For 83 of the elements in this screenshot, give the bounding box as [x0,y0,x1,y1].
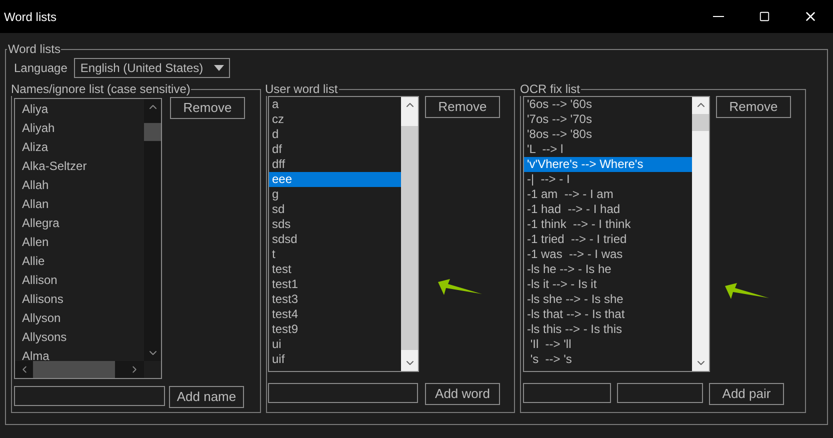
list-item[interactable]: -ls he --> - Is he [524,262,692,277]
list-item[interactable]: Aliyah [19,119,144,138]
input-field[interactable] [523,383,611,403]
list-item[interactable]: -| --> - I [524,172,692,187]
list-item[interactable]: 'v'Vhere's --> Where's [524,157,692,172]
list-item[interactable]: '6os --> '60s [524,97,692,112]
ocr-fix-list[interactable] [523,96,710,372]
group-title: Word lists [7,42,62,56]
list-item[interactable]: sd [269,202,401,217]
maximize-icon [758,11,770,22]
list-item[interactable]: Aliya [19,100,144,119]
input-field[interactable] [14,386,165,406]
list-item[interactable]: sdsd [269,232,401,247]
window-title: Word lists [3,8,58,26]
list-item[interactable]: uif [269,352,401,367]
action-button[interactable]: Remove [716,96,791,118]
list-item[interactable]: sds [269,217,401,232]
list-item[interactable]: -1 think --> - I think [524,217,692,232]
list-item[interactable]: -ls she --> - Is she [524,292,692,307]
list-item[interactable]: test3 [269,292,401,307]
list-item[interactable]: Allen [19,233,144,252]
list-item[interactable]: test4 [269,307,401,322]
list-item[interactable]: eee [269,172,401,187]
action-button[interactable]: Add pair [709,383,784,405]
list-item[interactable]: Aliza [19,138,144,157]
list-item[interactable]: df [269,142,401,157]
input-field[interactable] [268,383,418,403]
scrollbar[interactable] [144,99,161,361]
action-button[interactable]: Remove [170,97,245,119]
list-item[interactable]: t [269,247,401,262]
list-item[interactable]: Allah [19,176,144,195]
group-title: Names/ignore list (case sensitive) [10,82,192,96]
names-list[interactable]: Aliya Aliyah Aliza Alka-Seltzer Allah Allan Allegra Allen Allie Allison Allisons Allyson Allysons Alma [14,98,162,379]
arrow-icon [725,283,769,300]
list-item[interactable]: test1 [269,277,401,292]
list-item[interactable]: 'Il --> 'll [524,337,692,352]
list-item[interactable]: test9 [269,322,401,337]
list-item[interactable]: 's --> 's [524,352,692,367]
list-item[interactable]: ui [269,337,401,352]
group-title: OCR fix list [519,82,581,96]
list-item[interactable]: '8os --> '80s [524,127,692,142]
list-item[interactable]: test [269,262,401,277]
scrollbar-thumb[interactable] [144,123,161,141]
list-item[interactable]: '7os --> '70s [524,112,692,127]
horizontal-scrollbar[interactable] [15,361,144,378]
scrollbar-thumb[interactable] [692,114,709,131]
scrollbar-thumb[interactable] [33,361,115,378]
list-item[interactable]: -ls it --> - Is it [524,277,692,292]
user-word-list[interactable]: a cz d df dff eee g sd sds sdsd t test test1 test3 test4 test9 ui uif [268,96,419,372]
list-item[interactable]: Allyson [19,309,144,328]
dropdown-caret-icon [214,65,224,71]
list-item[interactable]: dff [269,157,401,172]
list-item[interactable]: Allegra [19,214,144,233]
group-title: User word list [264,82,339,96]
list-item[interactable]: g [269,187,401,202]
scrollbar[interactable] [692,97,709,371]
scrollbar-thumb[interactable] [401,126,418,350]
list-item[interactable]: d [269,127,401,142]
list-item[interactable]: 'L --> l [524,142,692,157]
list-item[interactable]: Alka-Seltzer [19,157,144,176]
list-item[interactable]: -ls this --> - Is this [524,322,692,337]
list-item[interactable]: -1 tried --> - I tried [524,232,692,247]
arrow-icon [438,279,482,296]
action-button[interactable]: Add word [425,383,500,405]
list-item[interactable]: Alma [19,347,144,361]
list-item[interactable]: Allie [19,252,144,271]
input-field[interactable] [617,383,703,403]
list-item[interactable]: -ls that --> - Is that [524,307,692,322]
scrollbar[interactable] [401,97,418,371]
list-item[interactable]: -1 had --> - I had [524,202,692,217]
list-item[interactable]: -1 am --> - I am [524,187,692,202]
action-button[interactable]: Remove [425,96,500,118]
list-item[interactable]: a [269,97,401,112]
list-item[interactable]: Allison [19,271,144,290]
language-dropdown[interactable]: English (United States) [74,58,230,78]
language-label: Language [14,60,68,77]
action-button[interactable]: Add name [169,386,244,408]
list-item[interactable]: Allysons [19,328,144,347]
minimize-icon [712,16,724,17]
list-item[interactable]: cz [269,112,401,127]
list-item[interactable]: -1 was --> - I was [524,247,692,262]
list-item[interactable]: Allan [19,195,144,214]
list-item[interactable]: Allisons [19,290,144,309]
